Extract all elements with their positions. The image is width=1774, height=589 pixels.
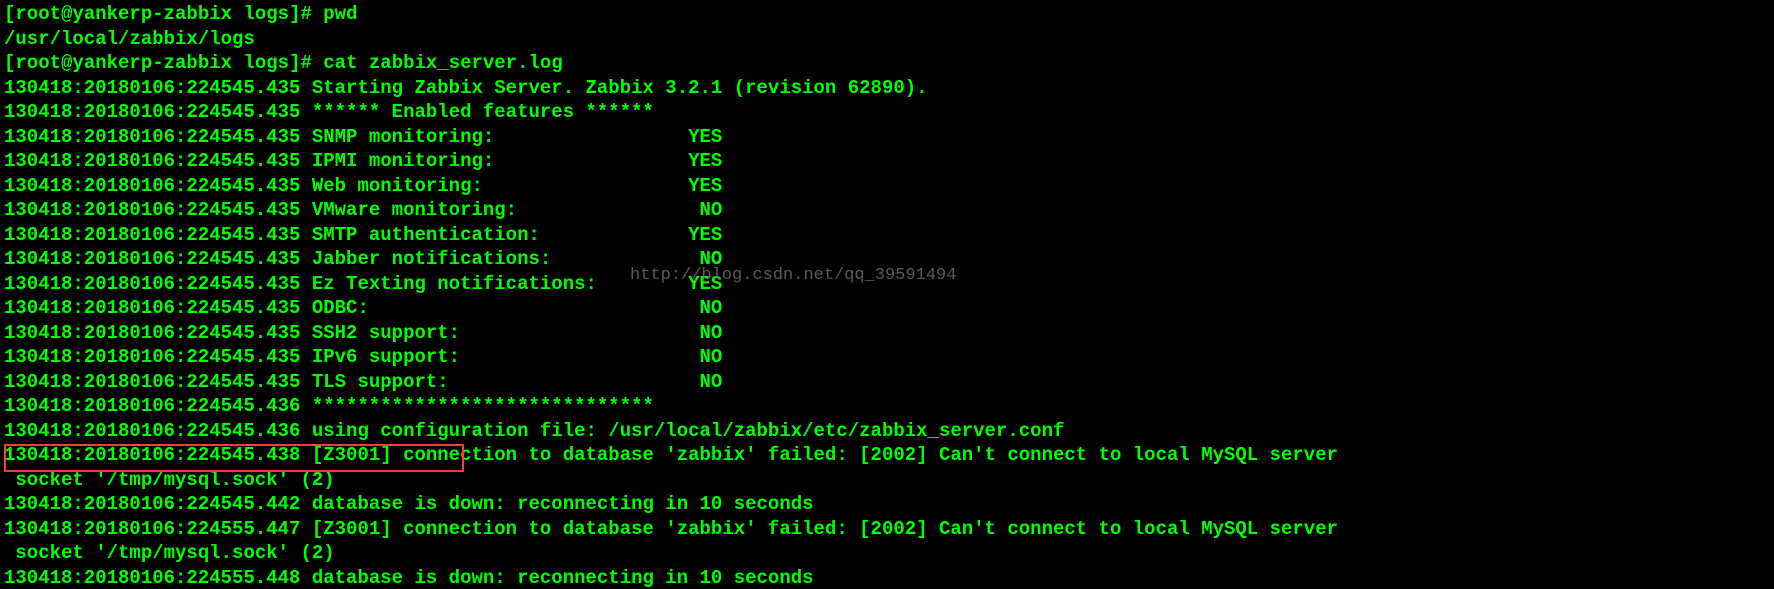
log-line: 130418:20180106:224545.435 VMware monito… — [4, 199, 722, 221]
log-line: 130418:20180106:224545.435 SMTP authenti… — [4, 224, 722, 246]
prompt-dir: logs — [243, 52, 289, 74]
log-line: 130418:20180106:224545.435 IPv6 support:… — [4, 346, 722, 368]
prompt-bracket-open: [ — [4, 52, 15, 74]
log-line: 130418:20180106:224545.436 *************… — [4, 395, 654, 417]
log-line: 130418:20180106:224545.435 TLS support: … — [4, 371, 722, 393]
log-line: 130418:20180106:224545.435 Jabber notifi… — [4, 248, 722, 270]
prompt-bracket-close: ]# — [289, 3, 323, 25]
prompt-userhost: root@yankerp-zabbix — [15, 3, 243, 25]
command-text: pwd — [323, 3, 357, 25]
log-line: 130418:20180106:224545.438 [Z3001] conne… — [4, 444, 1338, 466]
log-line: 130418:20180106:224545.435 IPMI monitori… — [4, 150, 722, 172]
prompt-bracket-open: [ — [4, 3, 15, 25]
log-line: 130418:20180106:224545.442 database is d… — [4, 493, 814, 515]
pwd-output: /usr/local/zabbix/logs — [4, 28, 255, 50]
command-text: cat zabbix_server.log — [323, 52, 562, 74]
log-line: 130418:20180106:224545.436 using configu… — [4, 420, 1064, 442]
log-line: 130418:20180106:224555.447 [Z3001] conne… — [4, 518, 1338, 540]
log-line: 130418:20180106:224545.435 Web monitorin… — [4, 175, 722, 197]
log-line: 130418:20180106:224545.435 ****** Enable… — [4, 101, 654, 123]
log-line: 130418:20180106:224545.435 Ez Texting no… — [4, 273, 722, 295]
prompt-line: [root@yankerp-zabbix logs]# pwd — [4, 3, 358, 25]
log-line: 130418:20180106:224545.435 Starting Zabb… — [4, 77, 928, 99]
log-line: 130418:20180106:224545.435 ODBC: NO — [4, 297, 722, 319]
terminal-output[interactable]: [root@yankerp-zabbix logs]# pwd /usr/loc… — [0, 0, 1774, 589]
log-line: 130418:20180106:224545.435 SSH2 support:… — [4, 322, 722, 344]
prompt-line: [root@yankerp-zabbix logs]# cat zabbix_s… — [4, 52, 563, 74]
prompt-bracket-close: ]# — [289, 52, 323, 74]
log-line: 130418:20180106:224545.435 SNMP monitori… — [4, 126, 722, 148]
prompt-userhost: root@yankerp-zabbix — [15, 52, 243, 74]
log-line: socket '/tmp/mysql.sock' (2) — [4, 542, 335, 564]
prompt-dir: logs — [243, 3, 289, 25]
log-line: 130418:20180106:224555.448 database is d… — [4, 567, 814, 589]
log-line: socket '/tmp/mysql.sock' (2) — [4, 469, 335, 491]
